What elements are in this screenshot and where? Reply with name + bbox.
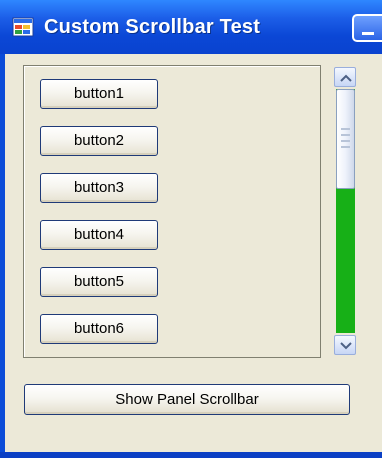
scroll-panel: button1 button2 button3 button4 button5 … bbox=[23, 65, 321, 358]
button1[interactable]: button1 bbox=[40, 79, 158, 109]
thumb-grip-line bbox=[341, 134, 350, 136]
button5[interactable]: button5 bbox=[40, 267, 158, 297]
client-area: button1 button2 button3 button4 button5 … bbox=[5, 54, 382, 452]
minimize-icon bbox=[362, 32, 374, 35]
button3[interactable]: button3 bbox=[40, 173, 158, 203]
app-icon bbox=[12, 16, 34, 38]
thumb-grip-line bbox=[341, 140, 350, 142]
chevron-up-icon bbox=[340, 74, 352, 82]
app-window: Custom Scrollbar Test button1 button2 bu… bbox=[0, 0, 382, 458]
chevron-down-icon bbox=[340, 342, 352, 350]
title-bar[interactable]: Custom Scrollbar Test bbox=[0, 0, 382, 54]
scroll-up-button[interactable] bbox=[334, 67, 356, 87]
button4[interactable]: button4 bbox=[40, 220, 158, 250]
thumb-grip-line bbox=[341, 146, 350, 148]
window-title: Custom Scrollbar Test bbox=[44, 16, 261, 38]
thumb-grip-line bbox=[341, 128, 350, 130]
minimize-button[interactable] bbox=[352, 14, 382, 42]
button2[interactable]: button2 bbox=[40, 126, 158, 156]
scroll-down-button[interactable] bbox=[334, 335, 356, 355]
button6[interactable]: button6 bbox=[40, 314, 158, 344]
vertical-scrollbar[interactable] bbox=[334, 67, 357, 356]
scroll-thumb[interactable] bbox=[336, 89, 355, 189]
window-bottom-border bbox=[0, 452, 382, 458]
show-panel-scrollbar-button[interactable]: Show Panel Scrollbar bbox=[24, 384, 350, 415]
